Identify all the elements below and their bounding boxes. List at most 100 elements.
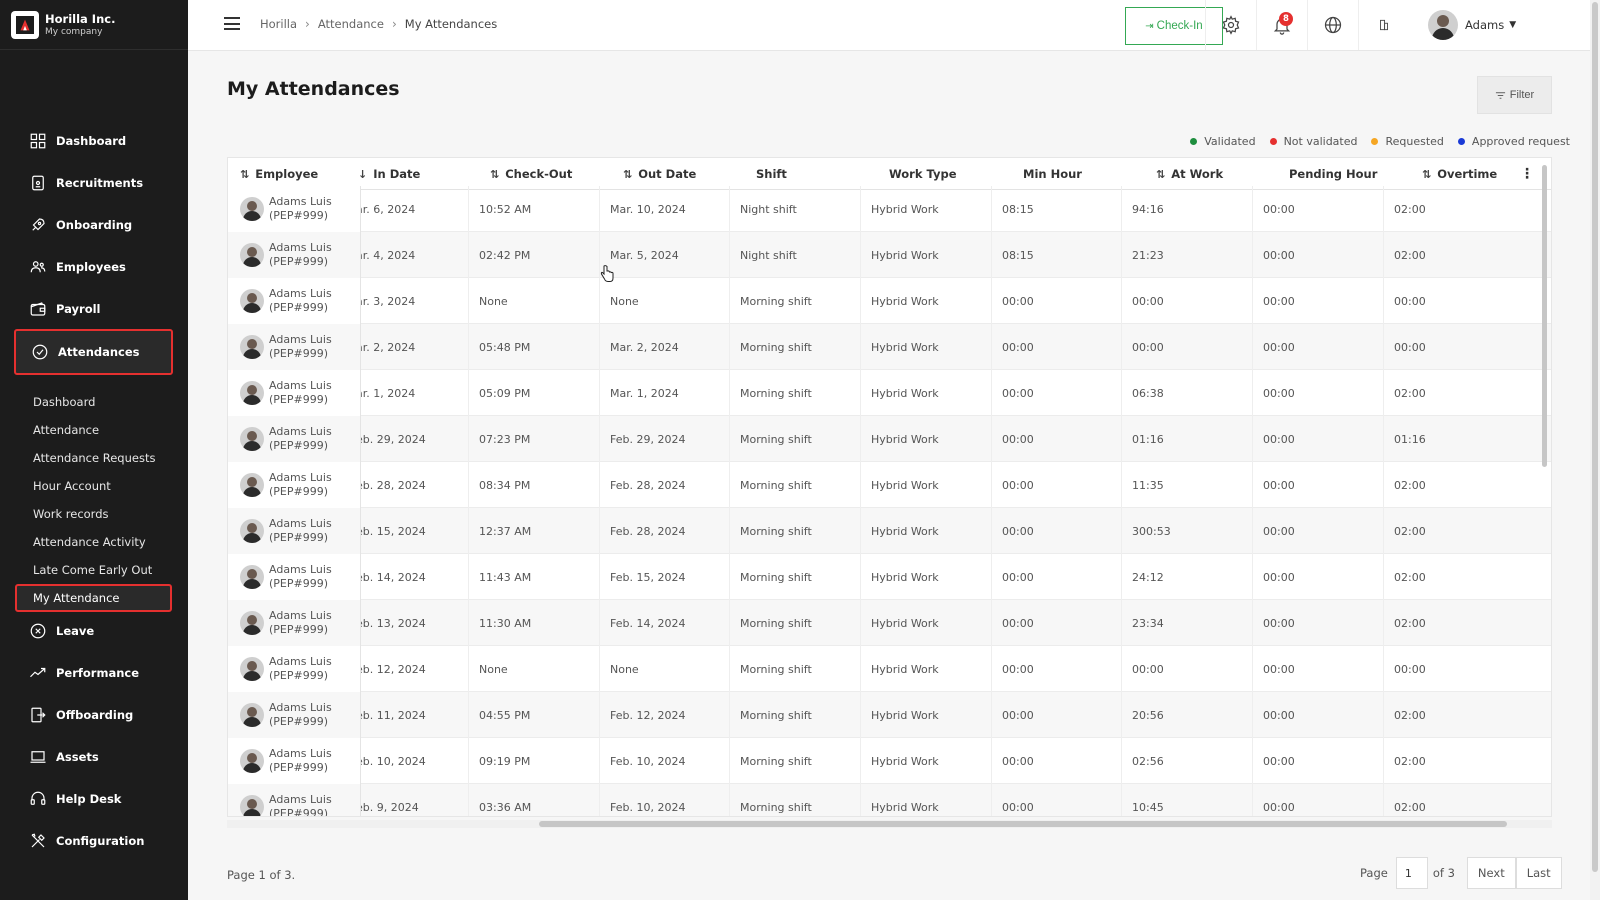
- table-vertical-scrollbar[interactable]: [1541, 160, 1549, 815]
- employee-cell[interactable]: Adams Luis (PEP#999): [228, 370, 361, 416]
- clipboard-icon: [28, 173, 48, 193]
- menu-toggle-icon[interactable]: [224, 17, 240, 33]
- legend-item: Validated: [1190, 135, 1256, 148]
- employee-cell[interactable]: Adams Luis (PEP#999): [228, 600, 361, 646]
- avatar: [240, 335, 264, 359]
- headset-icon: [28, 789, 48, 809]
- table-row[interactable]: Adams Luis (PEP#999) eb. 9, 2024 03:36 AM Fe…: [228, 784, 1551, 816]
- last-page-button[interactable]: Last: [1515, 857, 1562, 889]
- submenu-item-attendance-activity[interactable]: Attendance Activity: [33, 532, 146, 552]
- sidebar-item-employees[interactable]: Employees: [14, 247, 173, 287]
- sidebar-item-help-desk[interactable]: Help Desk: [14, 779, 173, 819]
- sidebar-item-dashboard[interactable]: Dashboard: [14, 121, 173, 161]
- sidebar-item-attendances[interactable]: Attendances: [14, 329, 173, 375]
- employee-cell[interactable]: Adams Luis (PEP#999): [228, 554, 361, 600]
- trend-icon: [28, 663, 48, 683]
- submenu-item-late-come-early-out[interactable]: Late Come Early Out: [33, 560, 152, 580]
- cell-check-out: 10:52 AM: [479, 202, 532, 216]
- submenu-item-work-records[interactable]: Work records: [33, 504, 109, 524]
- table-row[interactable]: Adams Luis (PEP#999) eb. 28, 2024 08:34 PM F…: [228, 462, 1551, 508]
- cell-at-work: 11:35: [1132, 478, 1164, 492]
- cell-min-hour: 00:00: [1002, 754, 1034, 768]
- table-row[interactable]: Adams Luis (PEP#999) eb. 15, 2024 12:37 AM F…: [228, 508, 1551, 554]
- page-number-input[interactable]: [1395, 857, 1428, 889]
- table-row[interactable]: Adams Luis (PEP#999) eb. 14, 2024 11:43 AM F…: [228, 554, 1551, 600]
- filter-button[interactable]: Filter: [1477, 76, 1552, 114]
- employee-name: Adams Luis: [269, 379, 332, 392]
- employee-name: Adams Luis: [269, 747, 332, 760]
- employee-cell[interactable]: Adams Luis (PEP#999): [228, 278, 361, 324]
- building-icon: [1380, 19, 1388, 31]
- page-scrollbar[interactable]: [1590, 0, 1600, 900]
- breadcrumb-home[interactable]: Horilla: [260, 17, 297, 31]
- check-in-label: Check-In: [1156, 20, 1203, 32]
- table-row[interactable]: Adams Luis (PEP#999) ar. 4, 2024 02:42 PM Ma…: [228, 232, 1551, 278]
- sidebar-item-configuration[interactable]: Configuration: [14, 821, 173, 861]
- company-switch-button[interactable]: [1358, 0, 1409, 50]
- table-row[interactable]: Adams Luis (PEP#999) eb. 29, 2024 07:23 PM F…: [228, 416, 1551, 462]
- sidebar-item-leave[interactable]: Leave: [14, 611, 173, 651]
- employee-name: Adams Luis: [269, 609, 332, 622]
- table-horizontal-scrollbar[interactable]: [227, 820, 1552, 828]
- table-row[interactable]: Adams Luis (PEP#999) ar. 1, 2024 05:09 PM Ma…: [228, 370, 1551, 416]
- avatar: [1428, 10, 1458, 40]
- employee-cell[interactable]: Adams Luis (PEP#999): [228, 416, 361, 462]
- cell-check-out: 08:34 PM: [479, 478, 531, 492]
- table-row[interactable]: Adams Luis (PEP#999) eb. 11, 2024 04:55 PM F…: [228, 692, 1551, 738]
- cell-at-work: 00:00: [1132, 340, 1164, 354]
- language-button[interactable]: [1307, 0, 1358, 50]
- settings-button[interactable]: [1205, 0, 1256, 50]
- notifications-button[interactable]: 8: [1256, 0, 1307, 50]
- cell-in-date: eb. 9, 2024: [356, 800, 419, 814]
- employee-cell[interactable]: Adams Luis (PEP#999): [228, 462, 361, 508]
- employee-cell[interactable]: Adams Luis (PEP#999): [228, 738, 361, 784]
- submenu-item-hour-account[interactable]: Hour Account: [33, 476, 111, 496]
- sidebar-item-offboarding[interactable]: Offboarding: [14, 695, 173, 735]
- cell-pending-hour: 00:00: [1263, 386, 1295, 400]
- avatar: [240, 519, 264, 543]
- sidebar-item-recruitments[interactable]: Recruitments: [14, 163, 173, 203]
- employee-cell[interactable]: Adams Luis (PEP#999): [228, 232, 361, 278]
- employee-cell[interactable]: Adams Luis (PEP#999): [228, 784, 361, 816]
- table-row[interactable]: Adams Luis (PEP#999) ar. 6, 2024 10:52 AM Ma…: [228, 186, 1551, 232]
- employee-cell[interactable]: Adams Luis (PEP#999): [228, 324, 361, 370]
- cell-in-date: eb. 14, 2024: [356, 570, 426, 584]
- sidebar-item-performance[interactable]: Performance: [14, 653, 173, 693]
- table-row[interactable]: Adams Luis (PEP#999) eb. 13, 2024 11:30 AM F…: [228, 600, 1551, 646]
- column-employee[interactable]: ⇅ Employee: [240, 158, 360, 190]
- employee-cell[interactable]: Adams Luis (PEP#999): [228, 692, 361, 738]
- breadcrumb-attendance[interactable]: Attendance: [318, 17, 384, 31]
- submenu-item-attendance[interactable]: Attendance: [33, 420, 99, 440]
- cell-at-work: 06:38: [1132, 386, 1164, 400]
- submenu-item-attendance-requests[interactable]: Attendance Requests: [33, 448, 155, 468]
- sidebar-item-label: Recruitments: [56, 176, 144, 190]
- cell-in-date: ar. 6, 2024: [356, 202, 416, 216]
- submenu-item-my-attendance[interactable]: My Attendance: [15, 584, 172, 612]
- laptop-icon: [28, 747, 48, 767]
- table-row[interactable]: Adams Luis (PEP#999) eb. 10, 2024 09:19 PM F…: [228, 738, 1551, 784]
- cell-check-out: 02:42 PM: [479, 248, 531, 262]
- sidebar-item-onboarding[interactable]: Onboarding: [14, 205, 173, 245]
- topbar: Horilla › Attendance › My Attendances ⇥ …: [188, 0, 1600, 51]
- next-page-button[interactable]: Next: [1466, 857, 1516, 889]
- employee-cell[interactable]: Adams Luis (PEP#999): [228, 186, 361, 232]
- table-row[interactable]: Adams Luis (PEP#999) ar. 2, 2024 05:48 PM Ma…: [228, 324, 1551, 370]
- avatar: [240, 611, 264, 635]
- people-icon: [28, 257, 48, 277]
- table-row[interactable]: Adams Luis (PEP#999) eb. 12, 2024 None None M…: [228, 646, 1551, 692]
- sidebar-item-assets[interactable]: Assets: [14, 737, 173, 777]
- sort-icon: ⇅: [1156, 167, 1166, 181]
- cell-check-out: 05:48 PM: [479, 340, 531, 354]
- cell-in-date: eb. 10, 2024: [356, 754, 426, 768]
- cell-min-hour: 00:00: [1002, 662, 1034, 676]
- employee-cell[interactable]: Adams Luis (PEP#999): [228, 646, 361, 692]
- brand[interactable]: Horilla Inc. My company: [0, 0, 188, 50]
- cell-pending-hour: 00:00: [1263, 754, 1295, 768]
- grid-icon: [28, 131, 48, 151]
- cell-at-work: 23:34: [1132, 616, 1164, 630]
- submenu-item-dashboard[interactable]: Dashboard: [33, 392, 95, 412]
- employee-cell[interactable]: Adams Luis (PEP#999): [228, 508, 361, 554]
- user-menu[interactable]: Adams ▼: [1428, 10, 1516, 40]
- sidebar-item-payroll[interactable]: Payroll: [14, 289, 173, 329]
- table-row[interactable]: Adams Luis (PEP#999) ar. 3, 2024 None None Mo…: [228, 278, 1551, 324]
